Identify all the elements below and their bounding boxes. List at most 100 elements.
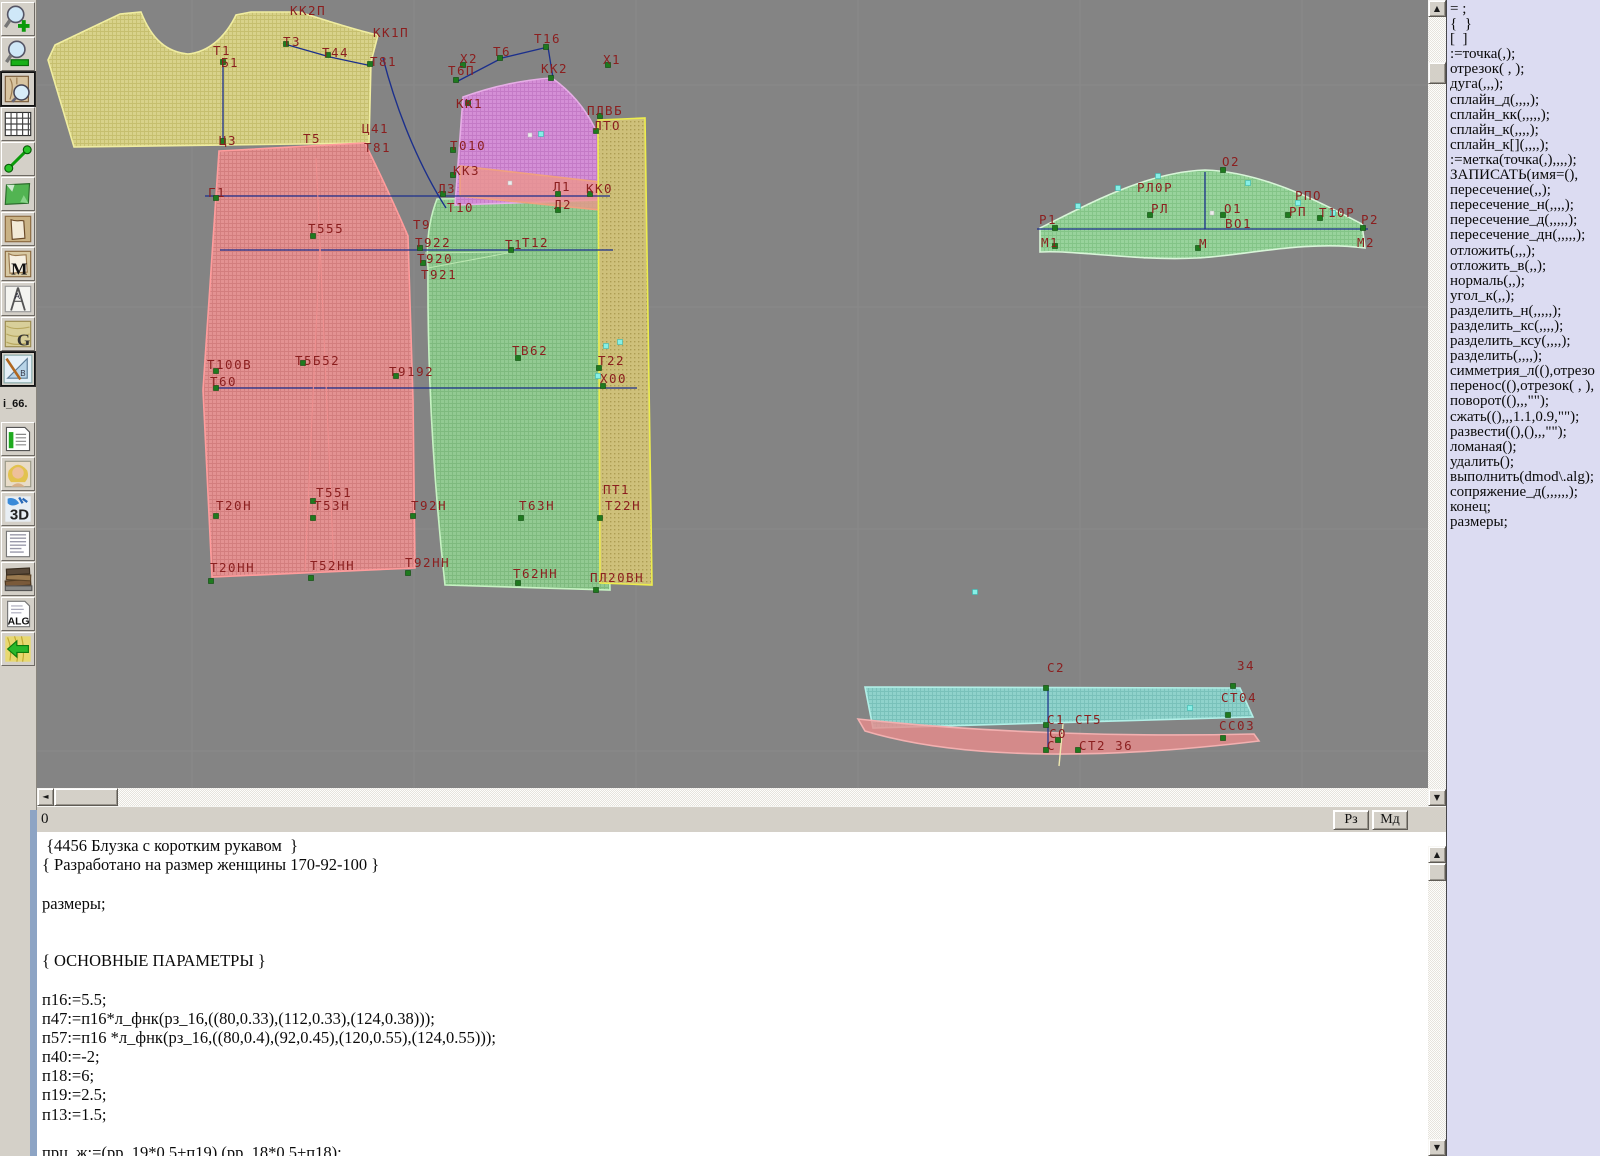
point-marker[interactable] (1221, 736, 1226, 741)
md-button[interactable]: Мд (1372, 810, 1408, 830)
command-item[interactable]: разделить_ксу(,,,,); (1450, 334, 1600, 349)
toolbar-button-drafting-tools[interactable]: A (1, 282, 35, 316)
scroll-thumb[interactable] (54, 788, 118, 806)
command-item[interactable]: сопряжение_д(,,,,,,); (1450, 485, 1600, 500)
point-marker[interactable] (406, 571, 411, 576)
point-marker[interactable] (1044, 686, 1049, 691)
command-item[interactable]: разделить(,,,,); (1450, 349, 1600, 364)
command-item[interactable]: :=точка(,); (1450, 47, 1600, 62)
point-marker[interactable] (1210, 211, 1214, 215)
point-marker[interactable] (528, 133, 532, 137)
command-item[interactable]: поворот((),,,""); (1450, 394, 1600, 409)
command-item[interactable]: сплайн_д(,,,,); (1450, 93, 1600, 108)
command-item[interactable]: дуга(,,,); (1450, 77, 1600, 92)
scroll-track[interactable] (1428, 846, 1446, 1156)
toolbar-button-ruler[interactable]: B (1, 352, 35, 386)
scroll-up-icon[interactable]: ▲ (1428, 846, 1446, 863)
point-marker[interactable] (539, 132, 544, 137)
toolbar-button-i66[interactable]: i_66. (1, 387, 35, 421)
command-item[interactable]: сплайн_к[](,,,,); (1450, 138, 1600, 153)
scroll-down-icon[interactable]: ▼ (1428, 789, 1446, 806)
toolbar-button-model-photo[interactable] (1, 457, 35, 491)
scroll-up-icon[interactable]: ▲ (1428, 0, 1446, 17)
command-item[interactable]: симметрия_л((),отрезо (1450, 364, 1600, 379)
scroll-thumb[interactable] (1428, 62, 1446, 84)
pattern-piece-back-green[interactable] (427, 197, 610, 590)
command-item[interactable]: развести((),(),,,""); (1450, 425, 1600, 440)
point-marker[interactable] (618, 340, 623, 345)
command-item[interactable]: = ; (1450, 2, 1600, 17)
algorithm-editor[interactable]: {4456 Блузка с коротким рукавом }{ Разра… (37, 832, 1428, 1156)
command-item[interactable]: пересечение_дн(,,,,,); (1450, 228, 1600, 243)
toolbar-button-g-tool[interactable]: G (1, 317, 35, 351)
toolbar-button-size-table[interactable] (1, 422, 35, 456)
command-item[interactable]: [ ] (1450, 32, 1600, 47)
toolbar-button-measure[interactable] (1, 142, 35, 176)
command-item[interactable]: выполнить(dmod\.alg); (1450, 470, 1600, 485)
toolbar-button-zoom-in[interactable] (1, 2, 35, 36)
toolbar-button-view-image[interactable] (1, 177, 35, 211)
scroll-left-icon[interactable]: ◄ (37, 788, 54, 806)
point-marker[interactable] (549, 76, 554, 81)
point-marker[interactable] (598, 516, 603, 521)
command-item[interactable]: { } (1450, 17, 1600, 32)
point-marker[interactable] (973, 590, 978, 595)
point-marker[interactable] (214, 514, 219, 519)
toolbar-button-exit[interactable] (1, 632, 35, 666)
toolbar-button-library[interactable] (1, 562, 35, 596)
toolbar-button-spec-list[interactable] (1, 527, 35, 561)
command-item[interactable]: сплайн_к(,,,,); (1450, 123, 1600, 138)
command-item[interactable]: пересечение_н(,,,,); (1450, 198, 1600, 213)
toolbar-button-pattern-m[interactable]: M (1, 247, 35, 281)
point-marker[interactable] (1188, 706, 1193, 711)
toolbar-button-alg-file[interactable]: ALG (1, 597, 35, 631)
editor-vertical-scrollbar[interactable]: ▲ ▼ (1428, 832, 1446, 1156)
pattern-canvas[interactable]: КК2ПТ3Т44Т81КК1ПТ1Б1Ц3Т5Ц41Т81Т16Т6Х2Т6П… (37, 0, 1428, 788)
rz-button[interactable]: Рз (1333, 810, 1369, 830)
command-item[interactable]: перенос((),отрезок( , ), (1450, 379, 1600, 394)
point-marker[interactable] (1246, 181, 1251, 186)
canvas-vertical-scrollbar[interactable]: ▲ ▼ (1428, 0, 1446, 806)
point-marker[interactable] (309, 576, 314, 581)
point-marker[interactable] (519, 516, 524, 521)
scroll-down-icon[interactable]: ▼ (1428, 1139, 1446, 1156)
scroll-track[interactable] (37, 788, 1428, 806)
point-marker[interactable] (1231, 684, 1236, 689)
command-item[interactable]: конец; (1450, 500, 1600, 515)
command-item[interactable]: :=метка(точка(,),,,,); (1450, 153, 1600, 168)
command-item[interactable]: разделить_кс(,,,,); (1450, 319, 1600, 334)
command-item[interactable]: ЗАПИСАТЬ(имя=(), (1450, 168, 1600, 183)
point-marker[interactable] (311, 516, 316, 521)
point-marker[interactable] (594, 588, 599, 593)
command-item[interactable]: отложить(,,,); (1450, 244, 1600, 259)
point-marker[interactable] (508, 181, 512, 185)
command-item[interactable]: удалить(); (1450, 455, 1600, 470)
point-marker[interactable] (1116, 186, 1121, 191)
command-item[interactable]: ломаная(); (1450, 440, 1600, 455)
point-marker[interactable] (454, 78, 459, 83)
command-item[interactable]: отрезок( , ); (1450, 62, 1600, 77)
command-item[interactable]: отложить_в(,,); (1450, 259, 1600, 274)
toolbar-button-zoom-out[interactable] (1, 37, 35, 71)
point-marker[interactable] (209, 579, 214, 584)
command-item[interactable]: нормаль(,,); (1450, 274, 1600, 289)
toolbar-button-grid[interactable] (1, 107, 35, 141)
scroll-track[interactable] (1428, 0, 1446, 806)
point-marker[interactable] (604, 344, 609, 349)
command-item[interactable]: угол_к(,,); (1450, 289, 1600, 304)
toolbar-button-pattern-preview[interactable] (1, 72, 35, 106)
command-item[interactable]: сжать((),,,1.1,0.9,""); (1450, 410, 1600, 425)
command-item[interactable]: пересечение_д(,,,,,); (1450, 213, 1600, 228)
point-marker[interactable] (516, 581, 521, 586)
command-item[interactable]: размеры; (1450, 515, 1600, 530)
point-marker[interactable] (1156, 174, 1161, 179)
command-item[interactable]: сплайн_кк(,,,,,); (1450, 108, 1600, 123)
point-marker[interactable] (1226, 713, 1231, 718)
toolbar-button-view-3d[interactable]: 3D (1, 492, 35, 526)
point-marker[interactable] (411, 514, 416, 519)
command-item[interactable]: пересечение(,,); (1450, 183, 1600, 198)
canvas-horizontal-scrollbar[interactable]: ◄ (37, 788, 1428, 806)
toolbar-button-pattern-piece[interactable] (1, 212, 35, 246)
point-marker[interactable] (1076, 204, 1081, 209)
pattern-piece-back-yoke[interactable] (48, 12, 378, 147)
